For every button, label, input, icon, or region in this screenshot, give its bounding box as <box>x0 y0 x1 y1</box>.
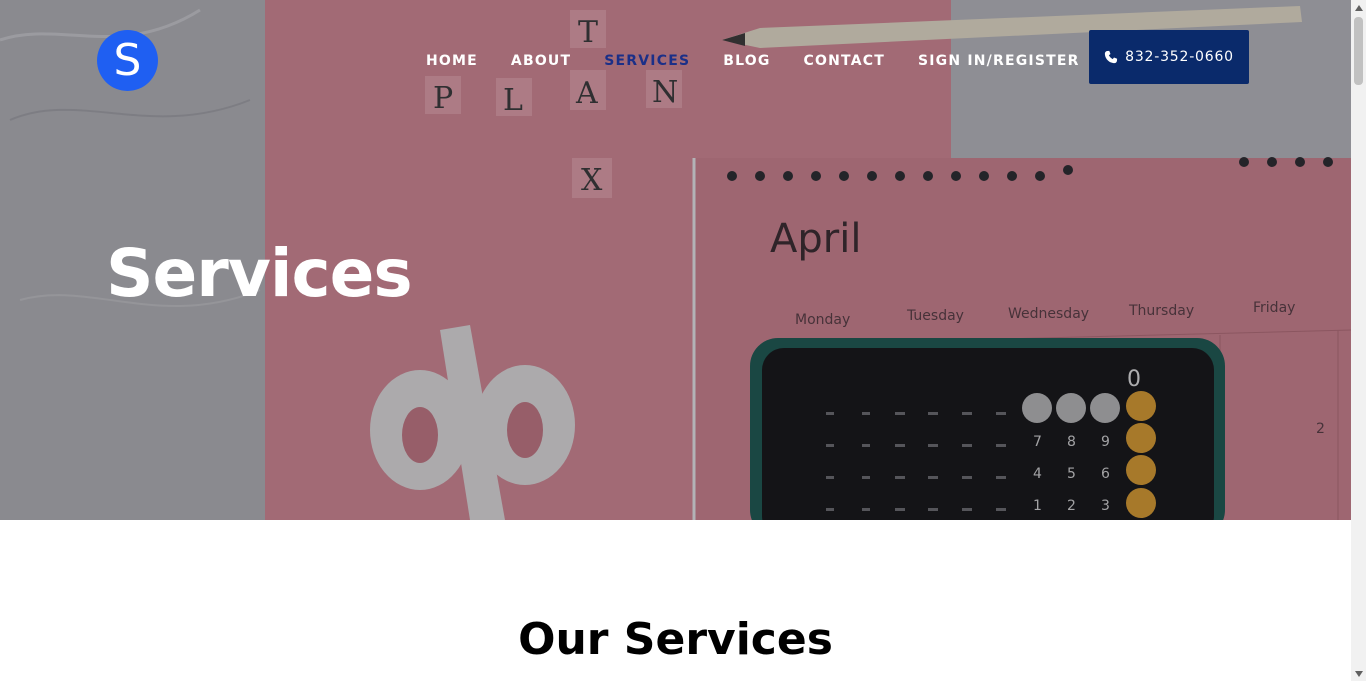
nav-about[interactable]: ABOUT <box>511 53 571 69</box>
scroll-up-arrow-icon[interactable] <box>1351 0 1366 15</box>
nav-services[interactable]: SERVICES <box>604 53 690 69</box>
scrollbar-thumb[interactable] <box>1354 17 1363 85</box>
nav-blog[interactable]: BLOG <box>723 53 770 69</box>
phone-call-button[interactable]: 832-352-0660 <box>1089 30 1249 84</box>
nav-sign-in-register[interactable]: SIGN IN/REGISTER <box>918 53 1080 69</box>
site-logo[interactable]: S <box>97 30 158 91</box>
nav-home[interactable]: HOME <box>426 53 478 69</box>
phone-icon <box>1104 50 1118 64</box>
main-nav: HOME ABOUT SERVICES BLOG CONTACT SIGN IN… <box>426 51 1080 71</box>
page: April Monday Tuesday Wednesday Thursday … <box>0 0 1351 681</box>
our-services-heading: Our Services <box>518 614 833 665</box>
scroll-down-arrow-icon[interactable] <box>1351 666 1366 681</box>
vertical-scrollbar[interactable] <box>1351 0 1366 681</box>
phone-number-label: 832-352-0660 <box>1125 49 1234 65</box>
page-title: Services <box>106 235 413 312</box>
hero-banner: April Monday Tuesday Wednesday Thursday … <box>0 0 1351 520</box>
nav-contact[interactable]: CONTACT <box>804 53 885 69</box>
